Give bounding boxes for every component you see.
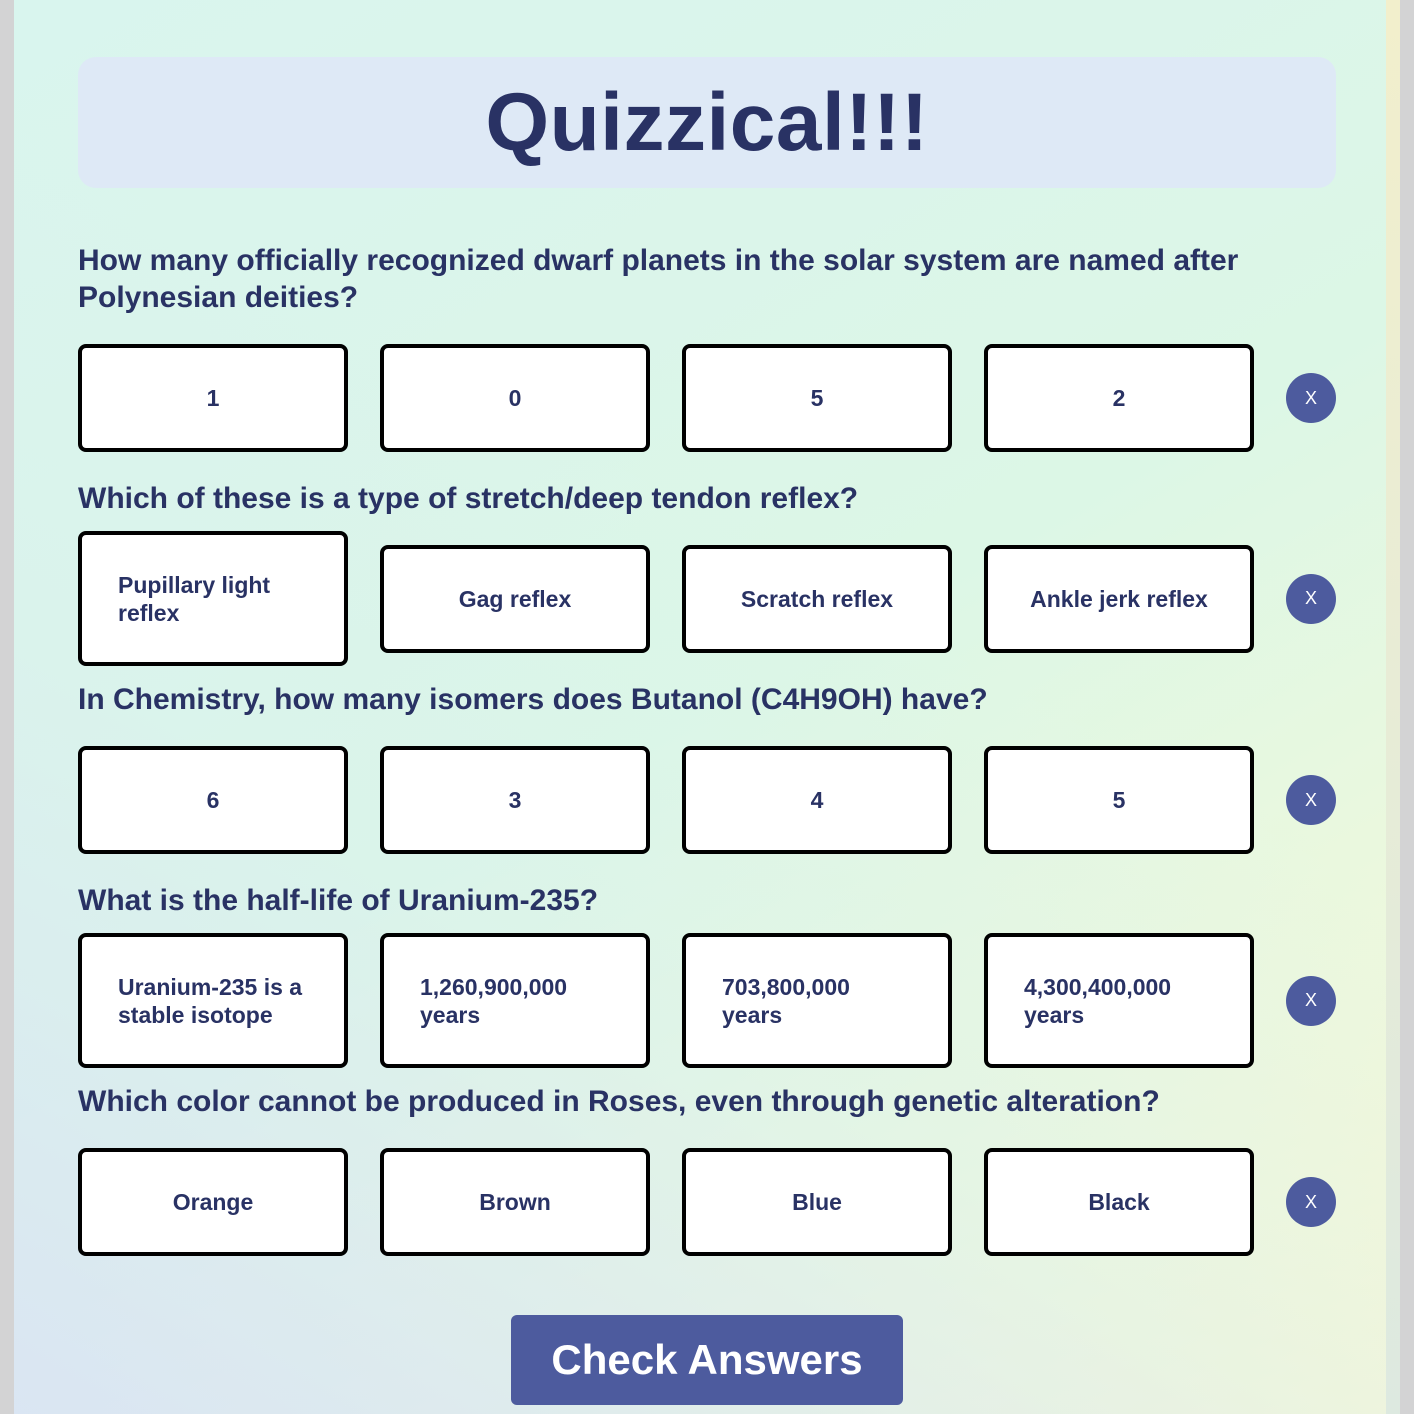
check-answers-button[interactable]: Check Answers: [511, 1315, 903, 1405]
quiz-page: Quizzical!!! How many officially recogni…: [14, 0, 1400, 1414]
answer-option[interactable]: 6: [78, 746, 348, 854]
question-text: How many officially recognized dwarf pla…: [78, 244, 1239, 314]
answer-option[interactable]: 4: [682, 746, 952, 854]
answer-row: Orange Brown Blue Black X: [78, 1148, 1336, 1256]
title-banner: Quizzical!!!: [78, 57, 1336, 188]
question-block: Which color cannot be produced in Roses,…: [78, 1083, 1336, 1256]
answer-option[interactable]: Brown: [380, 1148, 650, 1256]
page-title: Quizzical!!!: [485, 76, 929, 168]
question-text: In Chemistry, how many isomers does Buta…: [78, 683, 988, 716]
answer-option[interactable]: 0: [380, 344, 650, 452]
question-block: What is the half-life of Uranium-235? Ur…: [78, 882, 1336, 1068]
question-text: Which color cannot be produced in Roses,…: [78, 1085, 1160, 1118]
answer-option[interactable]: Gag reflex: [380, 544, 650, 653]
question-text: Which of these is a type of stretch/deep…: [78, 482, 859, 515]
answer-option[interactable]: 1,260,900,000 years: [380, 933, 650, 1068]
answer-option[interactable]: Blue: [682, 1148, 952, 1256]
answer-option[interactable]: Uranium-235 is a stable isotope: [78, 933, 348, 1068]
answer-option[interactable]: Scratch reflex: [682, 544, 952, 653]
clear-answer-button[interactable]: X: [1286, 373, 1336, 423]
question-block: In Chemistry, how many isomers does Buta…: [78, 681, 1336, 854]
answer-option[interactable]: 703,800,000 years: [682, 933, 952, 1068]
clear-answer-button[interactable]: X: [1286, 775, 1336, 825]
clear-answer-button[interactable]: X: [1286, 1177, 1336, 1227]
answer-row: Uranium-235 is a stable isotope 1,260,90…: [78, 933, 1336, 1068]
answer-option[interactable]: 1: [78, 344, 348, 452]
clear-answer-button[interactable]: X: [1286, 573, 1336, 624]
answer-option[interactable]: 3: [380, 746, 650, 854]
answer-option[interactable]: 2: [984, 344, 1254, 452]
answer-option[interactable]: 5: [682, 344, 952, 452]
answer-option[interactable]: Ankle jerk reflex: [984, 544, 1254, 653]
answer-row: 6 3 4 5 X: [78, 746, 1336, 854]
answer-option[interactable]: 4,300,400,000 years: [984, 933, 1254, 1068]
answer-option[interactable]: 5: [984, 746, 1254, 854]
question-text: What is the half-life of Uranium-235?: [78, 884, 599, 917]
clear-answer-button[interactable]: X: [1286, 975, 1336, 1026]
answer-row: Pupillary light reflex Gag reflex Scratc…: [78, 531, 1336, 666]
answer-option[interactable]: Orange: [78, 1148, 348, 1256]
answer-option[interactable]: Pupillary light reflex: [78, 531, 348, 666]
answer-row: 1 0 5 2 X: [78, 344, 1336, 452]
question-block: Which of these is a type of stretch/deep…: [78, 480, 1336, 666]
answer-option[interactable]: Black: [984, 1148, 1254, 1256]
question-block: How many officially recognized dwarf pla…: [78, 242, 1336, 452]
